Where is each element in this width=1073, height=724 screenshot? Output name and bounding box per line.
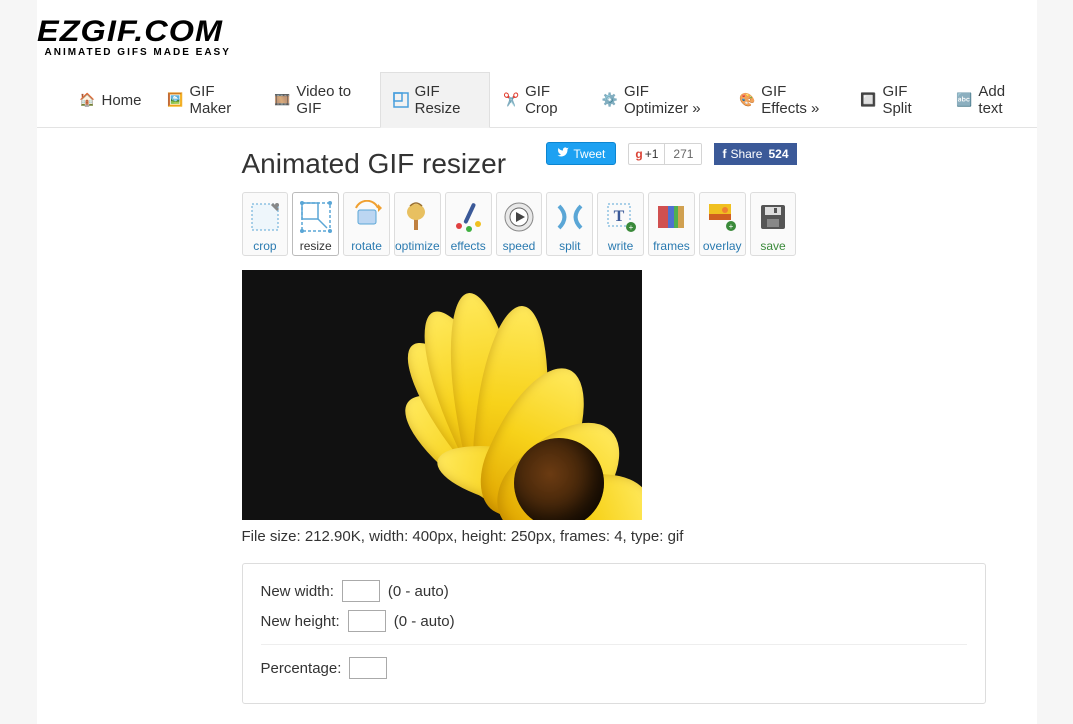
height-hint: (0 - auto) bbox=[394, 613, 455, 630]
nav-home-label: Home bbox=[102, 92, 142, 109]
tool-effects[interactable]: effects bbox=[445, 192, 492, 256]
tweet-button[interactable]: Tweet bbox=[546, 142, 616, 165]
tool-frames-label: frames bbox=[653, 239, 690, 253]
nav-gif-resize[interactable]: GIF Resize bbox=[380, 72, 490, 128]
crop-icon bbox=[247, 199, 283, 235]
gplus-label: +1 bbox=[645, 147, 659, 161]
save-icon bbox=[755, 199, 791, 235]
crop-nav-icon: ✂️ bbox=[503, 92, 519, 108]
tool-split[interactable]: split bbox=[546, 192, 593, 256]
tool-resize[interactable]: resize bbox=[292, 192, 339, 256]
resize-form: New width: (0 - auto) New height: (0 - a… bbox=[242, 563, 986, 704]
nav-home[interactable]: 🏠 Home bbox=[67, 72, 155, 127]
tool-optimize[interactable]: optimize bbox=[394, 192, 441, 256]
tool-write[interactable]: T+ write bbox=[597, 192, 644, 256]
nav-crop-label: GIF Crop bbox=[525, 83, 576, 117]
fb-label: Share bbox=[730, 147, 762, 161]
nav-video-label: Video to GIF bbox=[296, 83, 366, 117]
frames-icon bbox=[653, 199, 689, 235]
fb-share-button[interactable]: f Share 524 bbox=[714, 143, 796, 165]
nav-video-to-gif[interactable]: 🎞️ Video to GIF bbox=[261, 72, 379, 127]
tool-speed[interactable]: speed bbox=[496, 192, 543, 256]
tool-crop[interactable]: crop bbox=[242, 192, 289, 256]
svg-text:+: + bbox=[729, 222, 734, 231]
nav-split-label: GIF Split bbox=[882, 83, 930, 117]
tool-write-label: write bbox=[608, 239, 633, 253]
tool-save[interactable]: save bbox=[750, 192, 797, 256]
tool-crop-label: crop bbox=[253, 239, 276, 253]
page-title: Animated GIF resizer bbox=[242, 148, 507, 180]
fb-count: 524 bbox=[768, 147, 788, 161]
tool-overlay[interactable]: + overlay bbox=[699, 192, 746, 256]
resize-nav-icon bbox=[393, 92, 409, 108]
tool-rotate[interactable]: rotate bbox=[343, 192, 390, 256]
split-nav-icon: 🔲 bbox=[860, 92, 876, 108]
logo-main-text: EZGIF.COM bbox=[37, 18, 1073, 45]
svg-text:T: T bbox=[613, 208, 624, 225]
gplus-count: 271 bbox=[665, 144, 701, 164]
tool-split-label: split bbox=[559, 239, 580, 253]
percentage-input[interactable] bbox=[349, 657, 387, 679]
gplus-button[interactable]: g+1 271 bbox=[628, 143, 702, 165]
tool-speed-label: speed bbox=[503, 239, 536, 253]
resize-icon bbox=[298, 199, 334, 235]
nav-resize-label: GIF Resize bbox=[415, 83, 477, 117]
width-label: New width: bbox=[261, 583, 334, 600]
optimizer-icon: ⚙️ bbox=[602, 92, 618, 108]
percentage-label: Percentage: bbox=[261, 660, 342, 677]
logo-block: EZGIF.COM ANIMATED GIFS MADE EASY bbox=[37, 0, 1037, 62]
tool-resize-label: resize bbox=[300, 239, 332, 253]
image-preview bbox=[242, 270, 642, 520]
rotate-icon bbox=[349, 199, 385, 235]
tool-toolbar: crop resize rotate optimize bbox=[242, 192, 797, 256]
nav-maker-label: GIF Maker bbox=[190, 83, 249, 117]
write-icon: T+ bbox=[603, 199, 639, 235]
nav-gif-split[interactable]: 🔲 GIF Split bbox=[847, 72, 943, 127]
nav-addtext-label: Add text bbox=[978, 83, 1023, 117]
twitter-icon bbox=[557, 146, 569, 161]
facebook-icon: f bbox=[722, 147, 726, 161]
tool-rotate-label: rotate bbox=[351, 239, 382, 253]
main-nav: 🏠 Home 🖼️ GIF Maker 🎞️ Video to GIF GIF … bbox=[37, 72, 1037, 128]
width-hint: (0 - auto) bbox=[388, 583, 449, 600]
optimize-icon bbox=[399, 199, 435, 235]
width-input[interactable] bbox=[342, 580, 380, 602]
height-input[interactable] bbox=[348, 610, 386, 632]
file-info-text: File size: 212.90K, width: 400px, height… bbox=[242, 528, 797, 545]
svg-text:+: + bbox=[628, 223, 633, 232]
nav-gif-crop[interactable]: ✂️ GIF Crop bbox=[490, 72, 589, 127]
tool-optimize-label: optimize bbox=[395, 239, 440, 253]
nav-optimizer-label: GIF Optimizer » bbox=[624, 83, 713, 117]
nav-gif-maker[interactable]: 🖼️ GIF Maker bbox=[155, 72, 262, 127]
effects-icon bbox=[450, 199, 486, 235]
nav-gif-optimizer[interactable]: ⚙️ GIF Optimizer » bbox=[589, 72, 726, 127]
tool-overlay-label: overlay bbox=[703, 239, 742, 253]
share-buttons: Tweet g+1 271 f Share 524 bbox=[546, 142, 796, 165]
split-icon bbox=[552, 199, 588, 235]
overlay-icon: + bbox=[704, 199, 740, 235]
tool-save-label: save bbox=[760, 239, 785, 253]
home-icon: 🏠 bbox=[80, 92, 96, 108]
speed-icon bbox=[501, 199, 537, 235]
video-icon: 🎞️ bbox=[274, 92, 290, 108]
gplus-icon: g bbox=[635, 147, 642, 161]
nav-gif-effects[interactable]: 🎨 GIF Effects » bbox=[726, 72, 847, 127]
maker-icon: 🖼️ bbox=[168, 92, 184, 108]
height-label: New height: bbox=[261, 613, 340, 630]
nav-add-text[interactable]: 🔤 Add text bbox=[943, 72, 1036, 127]
addtext-icon: 🔤 bbox=[956, 92, 972, 108]
logo-sub-text: ANIMATED GIFS MADE EASY bbox=[45, 47, 1037, 58]
nav-effects-label: GIF Effects » bbox=[761, 83, 834, 117]
tool-effects-label: effects bbox=[451, 239, 486, 253]
tool-frames[interactable]: frames bbox=[648, 192, 695, 256]
effects-nav-icon: 🎨 bbox=[739, 92, 755, 108]
tweet-label: Tweet bbox=[573, 147, 605, 161]
